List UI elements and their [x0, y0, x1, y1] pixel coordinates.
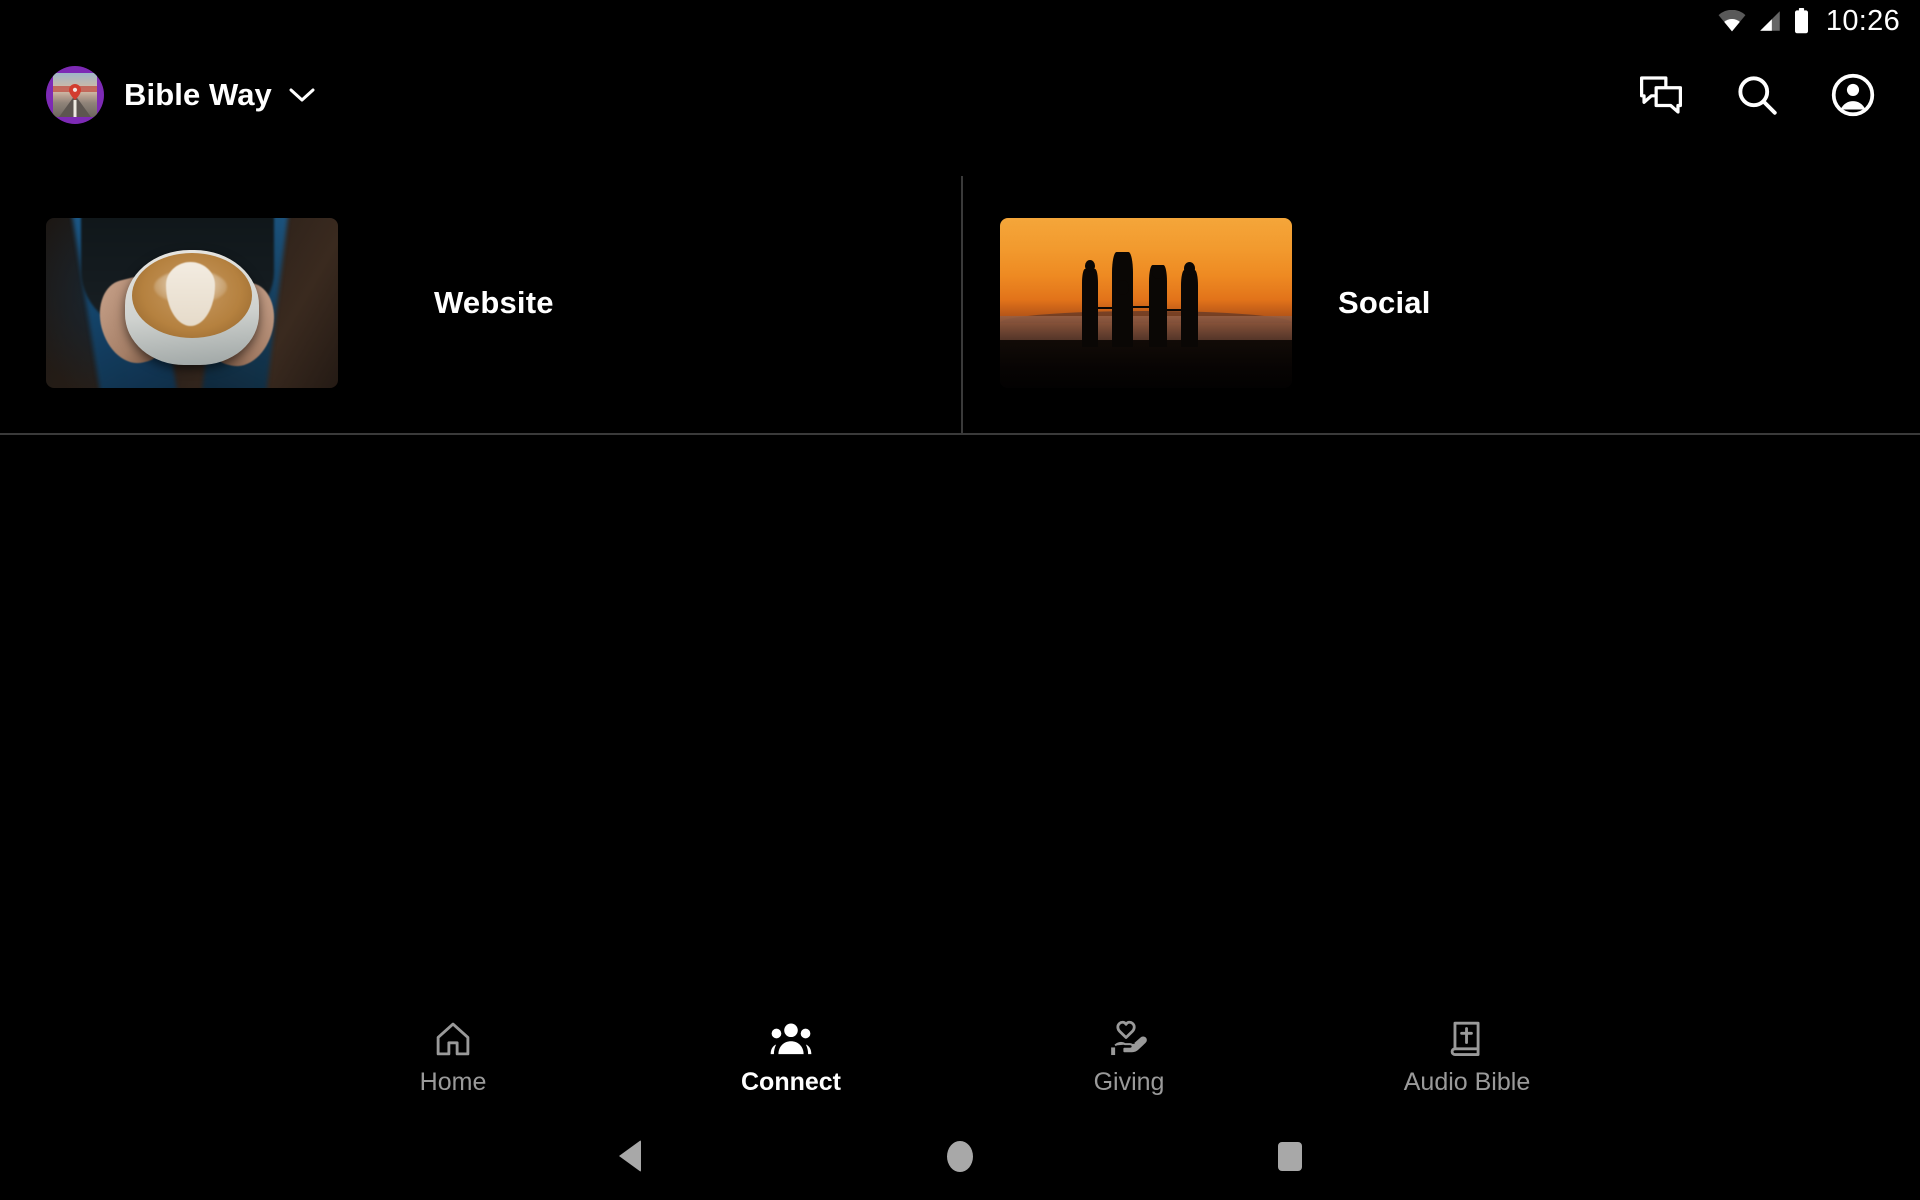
groups-icon [770, 1017, 812, 1061]
nav-item-audio-bible[interactable]: Audio Bible [1298, 1017, 1636, 1095]
tile-vertical-divider [961, 176, 963, 434]
nav-label-audio-bible: Audio Bible [1403, 1068, 1531, 1096]
family-silhouette-sunset-photo [1000, 217, 1292, 388]
header-actions [1638, 72, 1892, 118]
nav-item-connect[interactable]: Connect [622, 1017, 960, 1095]
organization-name: Bible Way [124, 76, 272, 112]
chat-bubbles-icon[interactable] [1638, 72, 1684, 118]
bible-book-icon [1449, 1017, 1485, 1061]
system-back-button[interactable] [465, 1140, 795, 1172]
battery-icon [1793, 8, 1810, 34]
home-circle-icon [947, 1140, 973, 1172]
social-thumbnail [1000, 217, 1292, 388]
nav-item-giving[interactable]: Giving [960, 1017, 1298, 1095]
tile-social[interactable]: Social [961, 170, 1920, 435]
system-recents-button[interactable] [1125, 1141, 1455, 1171]
android-system-navigation [0, 1112, 1920, 1200]
tile-horizontal-divider [0, 433, 1920, 435]
hand-heart-icon [1109, 1017, 1149, 1061]
quick-links-row: Website Social [0, 170, 1920, 435]
website-thumbnail [46, 217, 338, 388]
home-icon [434, 1017, 472, 1061]
map-pin-icon [69, 83, 81, 100]
chevron-down-icon[interactable] [289, 87, 315, 103]
nav-label-home: Home [419, 1068, 487, 1096]
system-home-button[interactable] [795, 1140, 1125, 1172]
search-icon[interactable] [1734, 72, 1780, 118]
nav-label-connect: Connect [741, 1068, 841, 1096]
status-bar-clock: 10:26 [1825, 4, 1900, 37]
wifi-icon [1717, 10, 1747, 32]
organization-avatar [46, 65, 104, 124]
app-header: Bible Way [0, 42, 1920, 147]
nav-label-giving: Giving [1093, 1068, 1165, 1096]
nav-item-home[interactable]: Home [284, 1017, 622, 1095]
back-triangle-icon [619, 1140, 641, 1172]
hands-holding-latte-photo [46, 217, 338, 388]
cellular-signal-icon [1757, 10, 1783, 32]
avatar-road-image [53, 72, 97, 117]
tile-social-label: Social [1338, 284, 1431, 320]
tile-website[interactable]: Website [0, 170, 961, 435]
tile-website-label: Website [434, 284, 554, 320]
bottom-navigation-bar: Home Connect Giving Audio Bible [0, 1000, 1920, 1112]
organization-switcher[interactable]: Bible Way [46, 65, 315, 124]
recents-square-icon [1278, 1141, 1302, 1171]
account-circle-icon[interactable] [1830, 72, 1876, 118]
status-bar: 10:26 [0, 0, 1920, 42]
